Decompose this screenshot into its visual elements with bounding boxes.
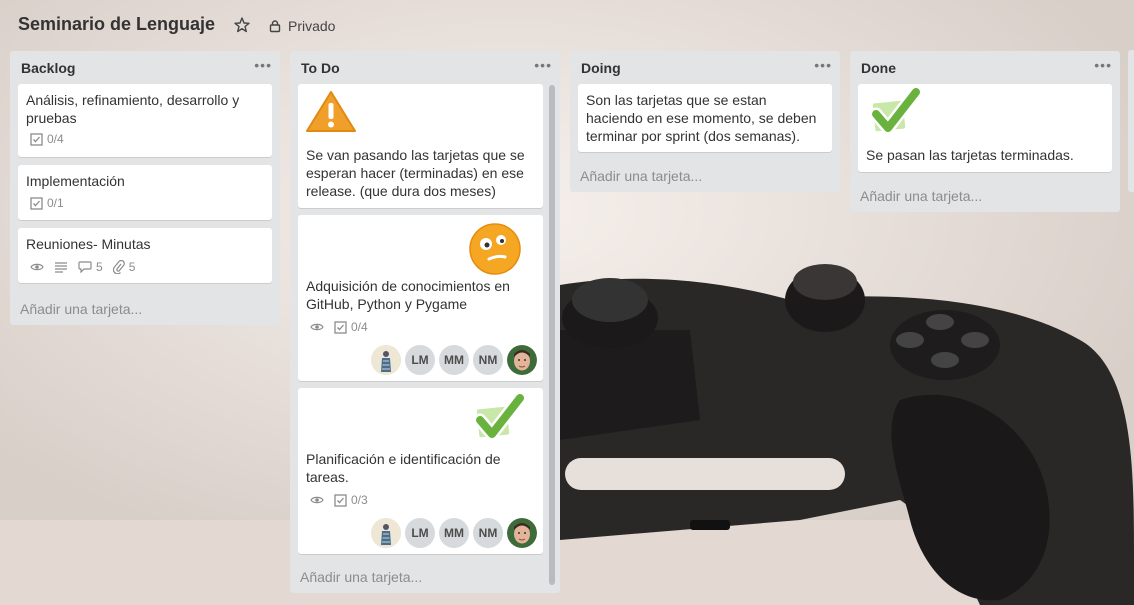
comments-badge: 5 xyxy=(78,260,103,274)
warning-sticker-icon xyxy=(302,87,360,136)
eye-icon xyxy=(310,323,324,331)
eye-icon xyxy=(30,263,44,271)
card-done-description[interactable]: Se pasan las tarjetas terminadas. xyxy=(858,84,1112,172)
card-planificacion[interactable]: Planificación e identificación de tareas… xyxy=(298,388,543,554)
checklist-count: 0/4 xyxy=(351,320,368,334)
avatar-initials[interactable]: LM xyxy=(405,345,435,375)
attachments-count: 5 xyxy=(128,260,136,274)
comment-icon xyxy=(78,261,92,273)
list-title[interactable]: Backlog xyxy=(21,60,75,76)
list-done: Done ••• Se pasan las tarjetas terminada… xyxy=(850,51,1120,212)
list-header: Doing ••• xyxy=(570,51,840,83)
card-analisis[interactable]: Análisis, refinamiento, desarrollo y pru… xyxy=(18,84,272,157)
lock-icon xyxy=(269,20,281,33)
list-menu-icon[interactable]: ••• xyxy=(814,57,832,73)
avatar-initials[interactable]: NM xyxy=(473,518,503,548)
avatar-initials[interactable]: MM xyxy=(439,518,469,548)
checklist-icon xyxy=(334,320,347,334)
checklist-count: 0/3 xyxy=(351,493,368,507)
star-icon[interactable] xyxy=(233,16,251,34)
add-card-button[interactable]: Añadir una tarjeta... xyxy=(300,569,422,585)
card-title: Planificación e identificación de tareas… xyxy=(306,451,501,485)
board-title[interactable]: Seminario de Lenguaje xyxy=(18,14,215,35)
description-icon xyxy=(55,262,67,273)
checklist-badge: 0/4 xyxy=(30,132,64,146)
checklist-badge: 0/1 xyxy=(30,196,64,210)
card-title: Se van pasando las tarjetas que se esper… xyxy=(306,147,525,199)
avatar-photo-face-icon[interactable] xyxy=(507,518,537,548)
add-card-button[interactable]: Añadir una tarjeta... xyxy=(20,301,142,317)
list-header: Backlog ••• xyxy=(10,51,280,83)
card-members: LM MM NM xyxy=(371,345,537,375)
list-header: To Do ••• xyxy=(290,51,560,83)
card-implementacion[interactable]: Implementación 0/1 xyxy=(18,165,272,220)
privacy-button[interactable]: Privado xyxy=(268,16,335,36)
card-title: Implementación xyxy=(26,173,125,189)
comments-count: 5 xyxy=(96,260,103,274)
paperclip-icon xyxy=(112,260,125,274)
list-backlog: Backlog ••• Análisis, refinamiento, desa… xyxy=(10,51,280,325)
card-title: Son las tarjetas que se estan haciendo e… xyxy=(586,92,817,144)
list-scrollbar[interactable] xyxy=(549,85,555,585)
check-sticker-icon xyxy=(472,391,527,442)
card-adquisicion[interactable]: Adquisición de conocimientos en GitHub, … xyxy=(298,215,543,381)
card-title: Reuniones- Minutas xyxy=(26,236,151,252)
eye-icon xyxy=(310,496,324,504)
avatar-initials[interactable]: LM xyxy=(405,518,435,548)
checklist-icon xyxy=(30,196,43,210)
attachments-badge: 5 xyxy=(112,260,136,274)
card-reuniones[interactable]: Reuniones- Minutas 5 5 xyxy=(18,228,272,283)
board-header: Seminario de Lenguaje Privado xyxy=(0,4,1134,48)
check-sticker-icon xyxy=(868,85,923,136)
card-title: Se pasan las tarjetas terminadas. xyxy=(866,147,1074,163)
card-badges: 0/4 xyxy=(310,319,368,335)
list-title[interactable]: To Do xyxy=(301,60,340,76)
list-menu-icon[interactable]: ••• xyxy=(534,57,552,73)
card-title: Análisis, refinamiento, desarrollo y pru… xyxy=(26,92,240,126)
checklist-icon xyxy=(30,132,43,146)
card-badges: 0/3 xyxy=(310,492,368,508)
privacy-label: Privado xyxy=(288,18,336,34)
list-menu-icon[interactable]: ••• xyxy=(1094,57,1112,73)
card-doing-description[interactable]: Son las tarjetas que se estan haciendo e… xyxy=(578,84,832,152)
checklist-icon xyxy=(334,493,347,507)
checklist-badge: 0/3 xyxy=(334,493,368,507)
list-menu-icon[interactable]: ••• xyxy=(254,57,272,73)
checklist-count: 0/4 xyxy=(47,132,64,146)
avatar-photo-face-icon[interactable] xyxy=(507,345,537,375)
add-card-button[interactable]: Añadir una tarjeta... xyxy=(860,188,982,204)
checklist-badge: 0/4 xyxy=(334,320,368,334)
card-badges: 0/1 xyxy=(30,195,64,211)
list-title[interactable]: Doing xyxy=(581,60,621,76)
avatar-photo-figure-icon[interactable] xyxy=(371,518,401,548)
list-title[interactable]: Done xyxy=(861,60,896,76)
card-badges: 0/4 xyxy=(30,131,64,147)
list-doing: Doing ••• Son las tarjetas que se estan … xyxy=(570,51,840,192)
list-todo: To Do ••• Se van pasando las tarjetas qu… xyxy=(290,51,560,593)
card-badges: 5 5 xyxy=(30,259,135,275)
avatar-initials[interactable]: MM xyxy=(439,345,469,375)
avatar-photo-figure-icon[interactable] xyxy=(371,345,401,375)
card-members: LM MM NM xyxy=(371,518,537,548)
avatar-initials[interactable]: NM xyxy=(473,345,503,375)
card-title: Adquisición de conocimientos en GitHub, … xyxy=(306,278,510,312)
confused-face-sticker-icon xyxy=(467,221,523,277)
list-header: Done ••• xyxy=(850,51,1120,83)
next-list-edge xyxy=(1128,50,1134,192)
checklist-count: 0/1 xyxy=(47,196,64,210)
add-card-button[interactable]: Añadir una tarjeta... xyxy=(580,168,702,184)
card-todo-description[interactable]: Se van pasando las tarjetas que se esper… xyxy=(298,84,543,208)
